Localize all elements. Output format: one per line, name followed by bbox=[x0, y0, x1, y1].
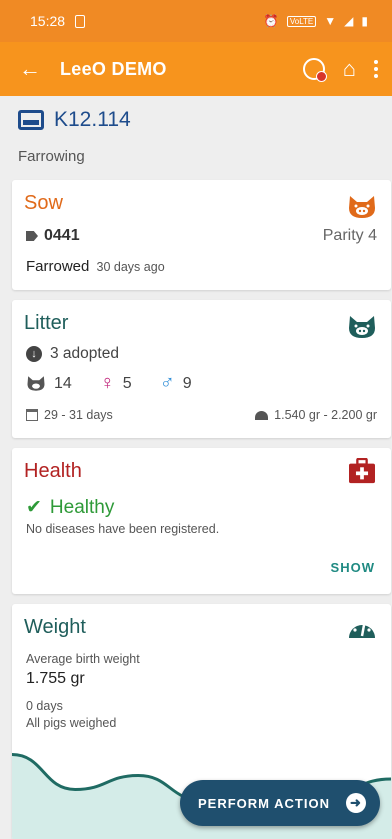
female-count: ♀ 5 bbox=[100, 372, 132, 395]
health-description: No diseases have been registered. bbox=[26, 522, 220, 536]
litter-title: Litter bbox=[24, 312, 69, 334]
volte-badge: VoLTE bbox=[286, 15, 317, 27]
health-status: ✔ Healthy bbox=[26, 496, 114, 519]
pen-icon bbox=[18, 110, 44, 130]
litter-age-value: 29 - 31 days bbox=[44, 408, 113, 422]
health-title: Health bbox=[24, 460, 82, 482]
home-icon[interactable]: ⌂ bbox=[343, 56, 356, 82]
status-bar: 15:28 ⏰ VoLTE ▼ ◢ ▮ bbox=[0, 0, 392, 42]
litter-adopted-text: 3 adopted bbox=[50, 345, 119, 362]
show-button[interactable]: SHOW bbox=[331, 560, 375, 575]
litter-adopted: ↓ 3 adopted bbox=[26, 345, 119, 363]
notification-icon bbox=[75, 14, 86, 28]
signal-icon: ◢ bbox=[344, 14, 354, 28]
piglet-icon bbox=[27, 376, 45, 391]
litter-counts: 14 ♀ 5 ♂ 9 bbox=[26, 372, 220, 395]
piglet-count: 14 bbox=[26, 375, 72, 393]
weight-days: 0 days bbox=[26, 699, 63, 713]
status-time: 15:28 bbox=[30, 13, 66, 29]
gauge-icon bbox=[255, 410, 269, 420]
male-icon: ♂ bbox=[159, 372, 175, 394]
sow-status-since: 30 days ago bbox=[96, 260, 165, 274]
app-bar-actions: ⌂ bbox=[302, 56, 378, 82]
piglet-count-value: 14 bbox=[54, 374, 72, 392]
female-count-value: 5 bbox=[122, 374, 132, 392]
sow-status: Farrowed 30 days ago bbox=[26, 258, 165, 275]
avg-weight-label: Average birth weight bbox=[26, 652, 140, 666]
battery-icon: ▮ bbox=[361, 14, 368, 28]
more-vert-icon[interactable] bbox=[374, 60, 378, 78]
sow-status-label: Farrowed bbox=[26, 258, 90, 275]
pen-header: K12.114 bbox=[18, 108, 131, 132]
sow-tag-number: 0441 bbox=[44, 227, 80, 244]
medical-kit-icon bbox=[349, 458, 375, 484]
back-arrow-icon[interactable]: ← bbox=[0, 56, 60, 82]
weight-title: Weight bbox=[24, 616, 86, 638]
adopted-down-icon: ↓ bbox=[26, 346, 42, 362]
perform-action-label: PERFORM ACTION bbox=[198, 795, 330, 811]
perform-action-button[interactable]: PERFORM ACTION ➜ bbox=[180, 780, 380, 826]
litter-card[interactable]: Litter ↓ 3 adopted 14 ♀ 5 ♂ 9 29 - 31 da… bbox=[12, 300, 391, 438]
litter-weight-value: 1.540 gr - 2.200 gr bbox=[274, 408, 377, 422]
app-bar: ← LeeO DEMO ⌂ bbox=[0, 42, 392, 96]
speedometer-icon bbox=[349, 622, 375, 638]
sow-title: Sow bbox=[24, 192, 63, 214]
alarm-icon: ⏰ bbox=[263, 14, 279, 28]
tag-icon bbox=[26, 231, 38, 241]
sow-parity: Parity 4 bbox=[322, 227, 377, 244]
sow-tag: 0441 bbox=[26, 227, 80, 245]
pen-stage: Farrowing bbox=[18, 148, 85, 165]
pen-id: K12.114 bbox=[54, 108, 131, 131]
sync-alert-icon[interactable] bbox=[302, 58, 327, 82]
litter-age: 29 - 31 days bbox=[26, 408, 113, 422]
calendar-icon bbox=[26, 409, 38, 421]
status-icons: ⏰ VoLTE ▼ ◢ ▮ bbox=[264, 14, 368, 28]
app-title: LeeO DEMO bbox=[60, 58, 167, 79]
sow-pig-icon bbox=[349, 196, 375, 218]
weight-all-weighed: All pigs weighed bbox=[26, 716, 117, 730]
sow-card[interactable]: Sow 0441 Parity 4 Farrowed 30 days ago bbox=[12, 180, 391, 290]
check-icon: ✔ bbox=[26, 497, 42, 518]
wifi-icon: ▼ bbox=[324, 14, 337, 28]
arrow-right-icon: ➜ bbox=[346, 793, 366, 813]
female-icon: ♀ bbox=[99, 372, 115, 394]
litter-weight: 1.540 gr - 2.200 gr bbox=[255, 408, 377, 422]
male-count: ♂ 9 bbox=[160, 372, 192, 395]
avg-weight-value: 1.755 gr bbox=[26, 670, 85, 687]
litter-pig-icon bbox=[349, 316, 375, 338]
male-count-value: 9 bbox=[182, 374, 192, 392]
health-card[interactable]: Health ✔ Healthy No diseases have been r… bbox=[12, 448, 391, 594]
health-status-text: Healthy bbox=[49, 496, 115, 518]
